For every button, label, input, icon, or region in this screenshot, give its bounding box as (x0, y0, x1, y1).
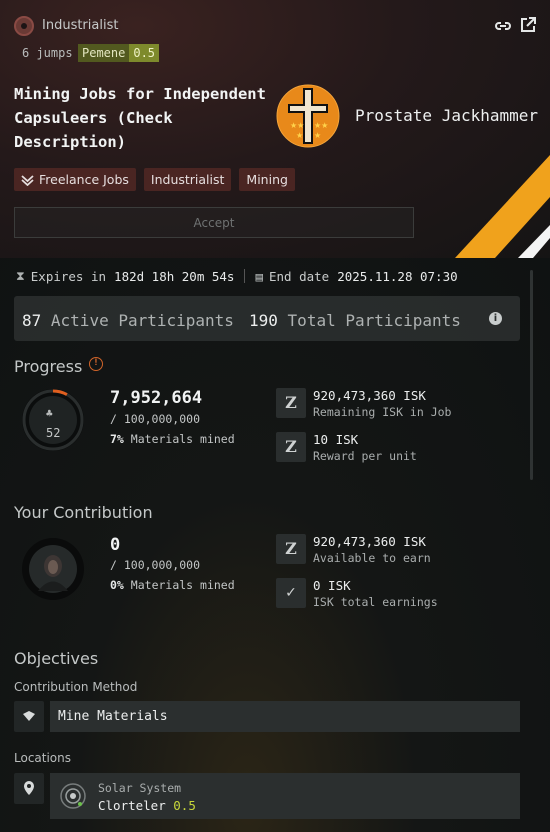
location-name: Clorteler (98, 798, 166, 813)
job-title: Mining Jobs for Independent Capsuleers (… (14, 85, 266, 151)
total-count: 190 (249, 311, 278, 330)
progress-percent: 7% (110, 432, 124, 446)
total-label: Total Participants (287, 311, 461, 330)
reward-value: 10 ISK (313, 432, 359, 447)
calendar-icon: ▤ (255, 268, 263, 284)
solar-system-icon (60, 783, 86, 809)
contribution-percent-row: 0% Materials mined (110, 578, 235, 592)
progress-target: / 100,000,000 (110, 412, 201, 426)
tag-label: Mining (246, 172, 288, 187)
issuer-name[interactable]: Prostate Jackhammer (355, 106, 538, 125)
progress-amount: 7,952,664 (110, 388, 203, 408)
active-participants: 87 Active Participants (22, 311, 234, 330)
progress-percent-label: Materials mined (130, 432, 235, 446)
location-type: Solar System (98, 781, 182, 795)
location-name-row: Clorteler 0.5 (98, 798, 196, 813)
contribution-method-value: Mine Materials (50, 701, 520, 732)
alert-icon[interactable]: ! (89, 357, 103, 371)
active-count: 87 (22, 311, 42, 330)
accept-button[interactable]: Accept (14, 207, 414, 238)
avatar[interactable] (20, 536, 86, 602)
contribution-target: / 100,000,000 (110, 558, 201, 572)
hourglass-icon: ⧗ (16, 268, 25, 283)
contribution-percent: 0% (110, 578, 124, 592)
remaining-isk-label: Remaining ISK in Job (313, 405, 452, 419)
available-isk-label: Available to earn (313, 551, 431, 565)
isk-icon: Z (276, 534, 306, 564)
active-label: Active Participants (50, 311, 234, 330)
end-date-value: 2025.11.28 07:30 (337, 268, 458, 284)
contribution-percent-label: Materials mined (130, 578, 235, 592)
external-link-icon[interactable] (518, 15, 538, 35)
remaining-isk-value: 920,473,360 ISK (313, 388, 426, 403)
tag-label: Freelance Jobs (39, 172, 129, 187)
freelance-icon (21, 174, 34, 186)
contribution-method-heading: Contribution Method (14, 680, 138, 694)
earned-isk-value: 0 ISK (313, 578, 351, 593)
svg-text:★: ★ (314, 131, 321, 140)
expiry-row: ⧗ Expires in 182d 18h 20m 54s ▤ End date… (16, 268, 458, 284)
svg-text:★: ★ (296, 131, 303, 140)
progress-participant-count: 52 (46, 426, 61, 440)
expires-label: Expires in (30, 268, 107, 284)
contribution-method-row[interactable]: Mine Materials (14, 701, 520, 732)
progress-ring (20, 387, 86, 453)
isk-icon: Z (276, 432, 306, 462)
location-row[interactable]: Solar System Clorteler 0.5 (14, 773, 520, 819)
reward-label: Reward per unit (313, 449, 417, 463)
system-security: 0.5 (129, 44, 160, 62)
tag-freelance-jobs[interactable]: Freelance Jobs (14, 168, 136, 191)
checkmark-icon: ✓ (276, 578, 306, 608)
location-security: 0.5 (173, 798, 196, 813)
issuer-logo[interactable]: ★★ ★★ ★ ★ (276, 84, 340, 148)
expires-value: 182d 18h 20m 54s (114, 268, 235, 284)
earned-isk-label: ISK total earnings (313, 595, 438, 609)
info-icon[interactable]: i (489, 312, 502, 325)
link-icon[interactable] (493, 16, 513, 36)
total-participants: 190 Total Participants (249, 311, 461, 330)
corporation-icon (14, 16, 34, 36)
svg-text:★★: ★★ (314, 121, 328, 130)
system-name: Pemene (82, 46, 126, 60)
contribution-amount: 0 (110, 535, 121, 555)
end-date-label: End date (269, 268, 330, 284)
tag-industrialist[interactable]: Industrialist (143, 168, 232, 191)
system-tag[interactable]: Pemene 0.5 (78, 44, 160, 62)
progress-percent-row: 7% Materials mined (110, 432, 235, 446)
jumps-count: 6 jumps (22, 46, 73, 60)
ore-icon (14, 701, 44, 732)
job-tags: Freelance Jobs Industrialist Mining (14, 168, 295, 191)
objectives-title: Objectives (14, 649, 99, 668)
divider (244, 269, 246, 283)
isk-icon: Z (276, 388, 306, 418)
contribution-title: Your Contribution (14, 503, 153, 522)
corner-stripe-decoration (455, 135, 550, 258)
locations-heading: Locations (14, 751, 72, 765)
available-isk-value: 920,473,360 ISK (313, 534, 426, 549)
scrollbar[interactable] (530, 270, 533, 480)
tag-mining[interactable]: Mining (239, 168, 295, 191)
location-pin-icon (14, 773, 44, 804)
corporation-name[interactable]: Industrialist (42, 18, 118, 33)
participants-icon: ♣ (46, 407, 53, 420)
tag-label: Industrialist (150, 172, 225, 187)
progress-title: Progress (14, 357, 83, 376)
svg-text:★★: ★★ (290, 121, 304, 130)
